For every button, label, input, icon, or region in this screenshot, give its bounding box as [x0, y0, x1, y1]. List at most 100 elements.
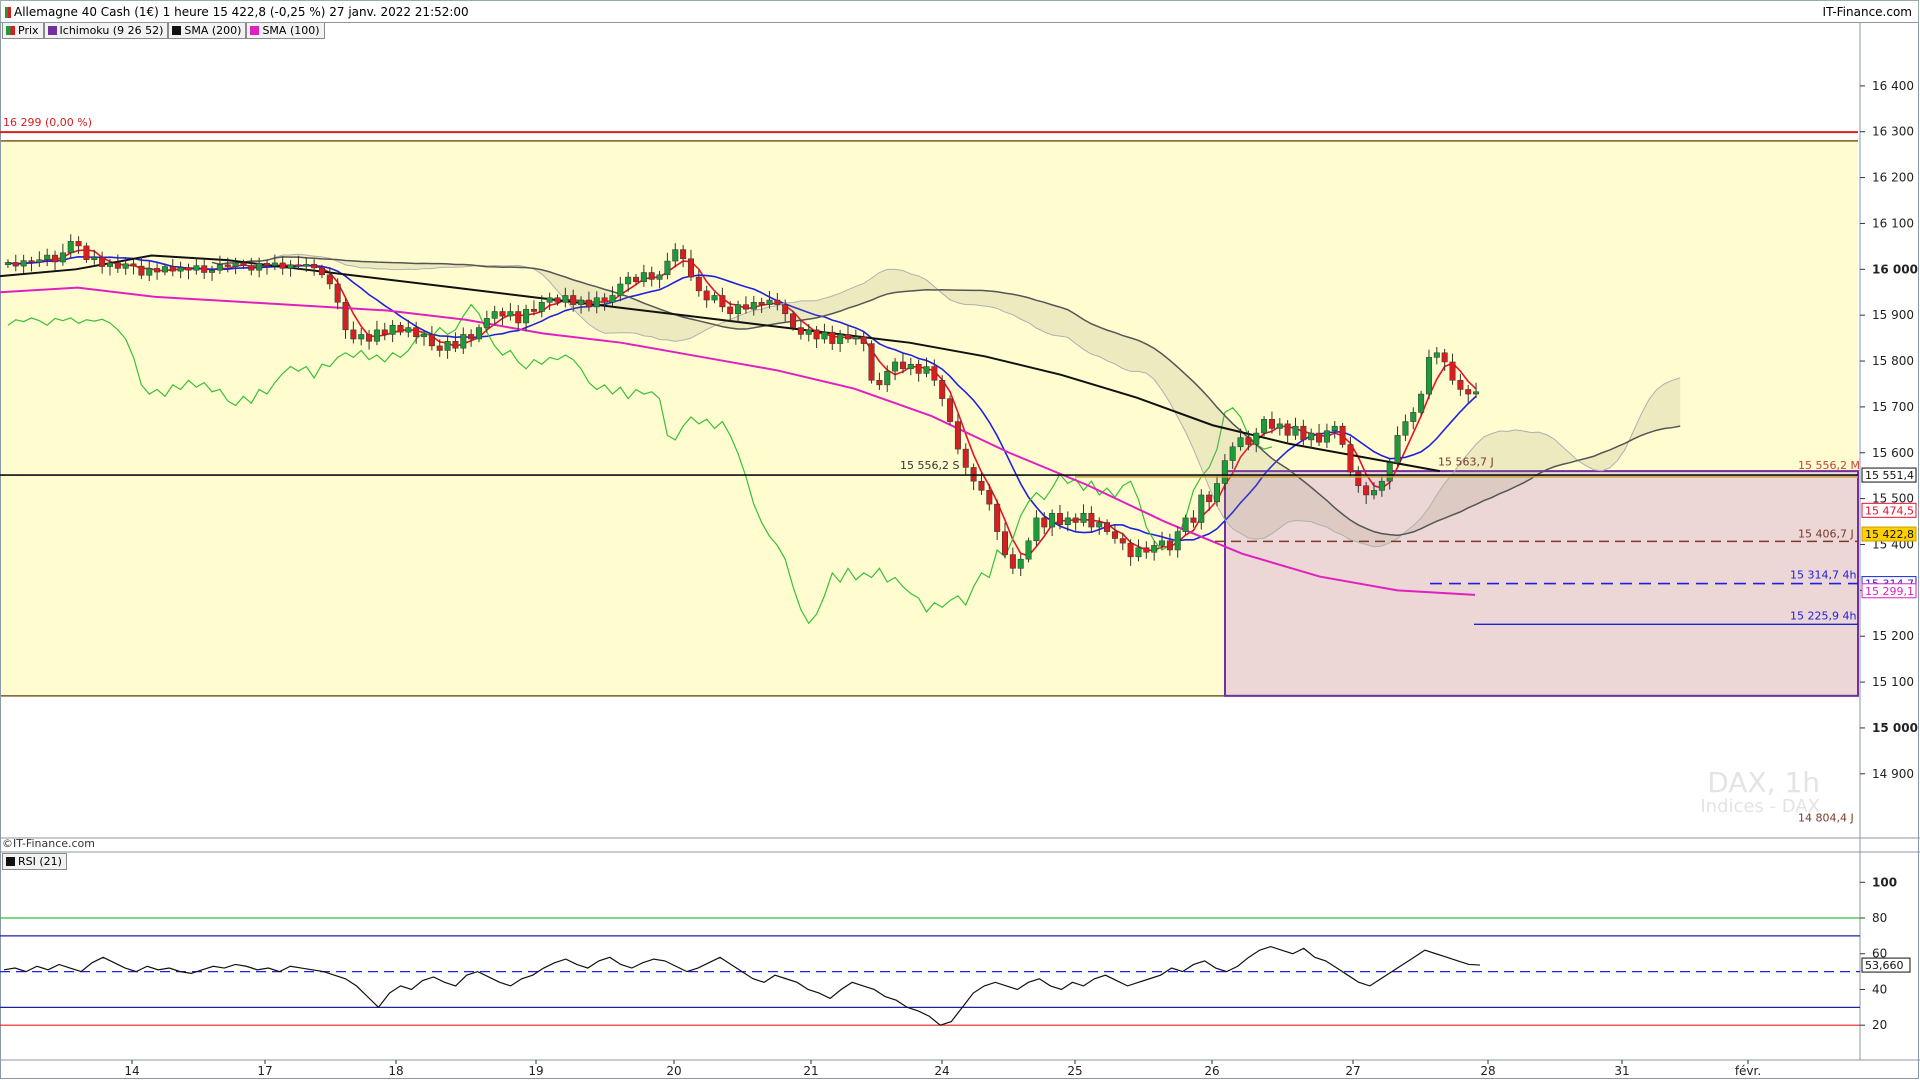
y-tick-label: 15 100 [1872, 675, 1914, 689]
candle-body [1182, 517, 1189, 532]
candle-body [1378, 480, 1385, 491]
candle-body [67, 241, 74, 254]
candle-body [1096, 522, 1103, 528]
price-tag-label: 15 299,1 [1865, 585, 1914, 598]
candle-body [821, 331, 828, 340]
candle-body [373, 329, 380, 342]
candle-body [483, 318, 490, 328]
watermark-title: DAX, 1h [1707, 766, 1820, 799]
candle-body [12, 262, 19, 267]
candle-body [256, 263, 263, 271]
time-axis: 14 17 18 19 20 21 24 25 26 27 28 31 févr. [124, 1060, 1761, 1078]
candle-body [468, 334, 475, 340]
candle-body [161, 266, 168, 273]
candle-body [130, 263, 137, 267]
candle-body [138, 265, 145, 276]
price-axis: 14 90015 00015 10015 20015 30015 40015 5… [1860, 79, 1918, 781]
resistance-label: 16 299 (0,00 %) [3, 116, 92, 129]
candle-body [1143, 547, 1150, 553]
legend-rsi[interactable]: RSI (21) [2, 853, 67, 870]
level-label: 15 225,9 4h [1790, 609, 1856, 622]
candle-body [1080, 513, 1087, 523]
candle-body [334, 283, 341, 303]
candle-body [366, 334, 373, 342]
candle-body [114, 262, 121, 269]
candle-body [1308, 432, 1315, 441]
candle-body [1386, 462, 1393, 482]
candle-body [648, 272, 655, 280]
candle-body [1159, 540, 1166, 546]
candle-body [389, 325, 396, 335]
x-tick-label: 26 [1204, 1064, 1219, 1078]
candle-body [656, 274, 663, 280]
candle-body [672, 249, 679, 262]
candle-body [1276, 423, 1283, 429]
candle-body [248, 265, 255, 271]
candle-body [209, 269, 216, 273]
candle-body [711, 295, 718, 301]
candle-body [1174, 531, 1181, 551]
y-tick-label: 16 300 [1872, 125, 1914, 139]
y-tick-label: 15 900 [1872, 308, 1914, 322]
y-tick-label: 15 200 [1872, 629, 1914, 643]
candle-body [1323, 430, 1330, 443]
candle-body [664, 260, 671, 276]
candle-body [1041, 517, 1048, 528]
candle-body [782, 304, 789, 315]
candle-body [837, 334, 844, 344]
candle-body [546, 297, 553, 303]
candle-body [750, 302, 757, 310]
candle-body [742, 304, 749, 310]
candle-body [1213, 483, 1220, 503]
y-tick-label: 16 400 [1872, 79, 1914, 93]
y-tick-label: 15 700 [1872, 400, 1914, 414]
candle-body [735, 304, 742, 315]
candle-body [1410, 412, 1417, 422]
x-tick-label: 17 [257, 1064, 272, 1078]
rsi-panel: 2040608010053,660 [0, 875, 1911, 1032]
candle-body [75, 241, 82, 247]
candle-body [892, 361, 899, 372]
candle-body [350, 329, 357, 340]
candle-body [758, 302, 765, 305]
candle-body [727, 306, 734, 315]
candle-body [530, 308, 537, 312]
candle-body [1072, 517, 1079, 523]
candle-body [617, 283, 624, 296]
rsi-line [3, 945, 1481, 1026]
rsi-tick-label: 80 [1872, 911, 1887, 925]
candle-body [1371, 490, 1378, 496]
candle-body [939, 380, 946, 399]
candle-body [279, 262, 286, 269]
candle-body [1355, 471, 1362, 487]
candle-body [460, 334, 467, 349]
candle-body [954, 421, 961, 450]
candle-body [813, 329, 820, 340]
candle-body [1300, 425, 1307, 441]
candle-body [1166, 540, 1173, 551]
candle-body [1221, 460, 1228, 484]
candle-body [1449, 361, 1456, 381]
candle-body [1261, 419, 1268, 434]
x-tick-label: 24 [934, 1064, 949, 1078]
x-tick-label: 14 [124, 1064, 139, 1078]
candle-body [947, 398, 954, 422]
candle-body [232, 262, 239, 267]
candle-body [264, 263, 271, 266]
candle-body [193, 265, 200, 271]
candle-body [601, 297, 608, 303]
candle-body [1056, 513, 1063, 526]
candle-body [1284, 423, 1291, 436]
candle-body [962, 448, 969, 468]
candle-body [585, 299, 592, 308]
y-tick-label: 15 000 [1872, 721, 1918, 735]
candle-body [554, 297, 561, 303]
candle-body [428, 334, 435, 347]
candle-body [99, 257, 106, 267]
chart-canvas[interactable]: 16 299 (0,00 %) 15 563,7 J 15 556,2 S 15 55… [0, 0, 1920, 1080]
candle-body [91, 257, 98, 260]
candle-body [240, 262, 247, 266]
y-tick-label: 16 100 [1872, 216, 1914, 230]
candle-body [1418, 393, 1425, 413]
candle-body [1363, 485, 1370, 496]
